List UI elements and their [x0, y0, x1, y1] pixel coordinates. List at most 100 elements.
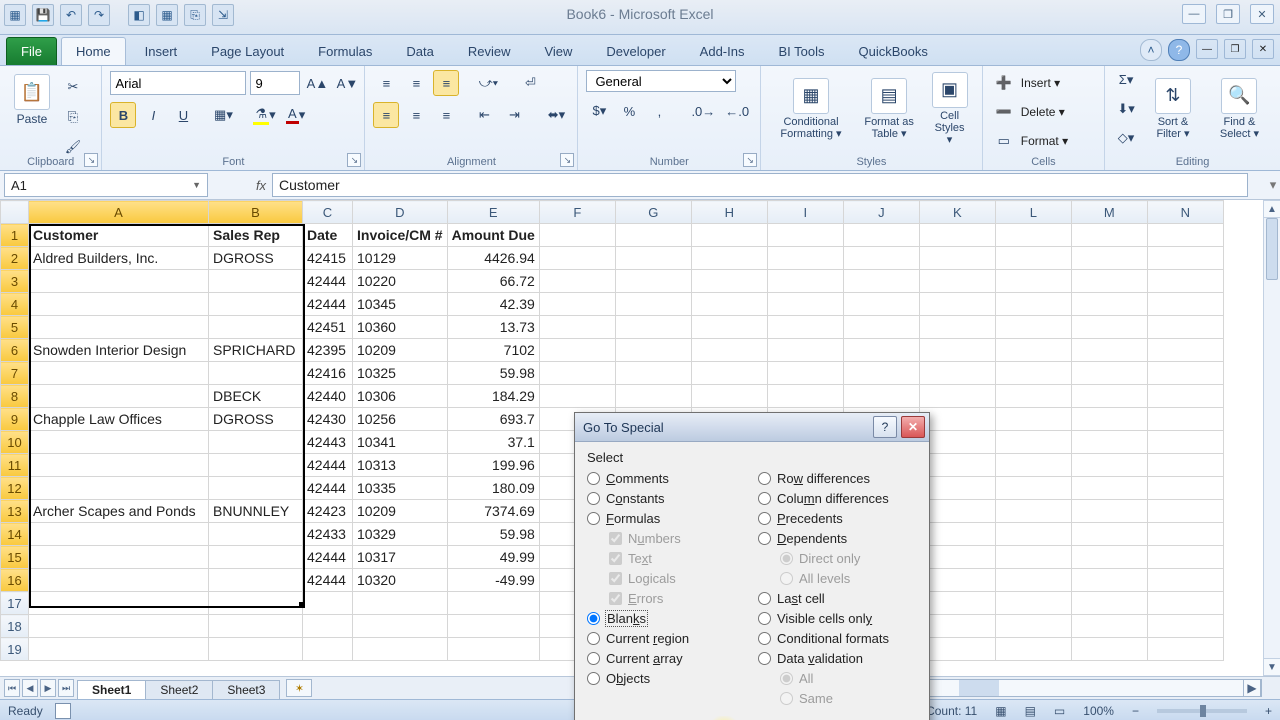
cell-B1[interactable]: Sales Rep [209, 224, 303, 247]
radio-dependents[interactable]: Dependents [758, 531, 917, 546]
cell-N19[interactable] [1147, 638, 1223, 661]
cell-A6[interactable]: Snowden Interior Design [29, 339, 209, 362]
cell-F4[interactable] [539, 293, 615, 316]
cell-L9[interactable] [995, 408, 1071, 431]
underline-button[interactable]: U [170, 102, 196, 128]
cell-J8[interactable] [843, 385, 919, 408]
cell-L4[interactable] [995, 293, 1071, 316]
cell-M14[interactable] [1071, 523, 1147, 546]
cell-B10[interactable] [209, 431, 303, 454]
cell-H4[interactable] [691, 293, 767, 316]
row-header-2[interactable]: 2 [1, 247, 29, 270]
row-header-1[interactable]: 1 [1, 224, 29, 247]
col-header-E[interactable]: E [447, 201, 539, 224]
cell-A9[interactable]: Chapple Law Offices [29, 408, 209, 431]
cell-F6[interactable] [539, 339, 615, 362]
row-header-15[interactable]: 15 [1, 546, 29, 569]
cell-H3[interactable] [691, 270, 767, 293]
cell-E7[interactable]: 59.98 [447, 362, 539, 385]
cell-J3[interactable] [843, 270, 919, 293]
find-select-button[interactable]: 🔍 Find & Select ▾ [1207, 74, 1272, 144]
cell-G7[interactable] [615, 362, 691, 385]
cell-A18[interactable] [29, 615, 209, 638]
radio-column-differences[interactable]: Column differences [758, 491, 917, 506]
cell-C1[interactable]: Date [303, 224, 353, 247]
cell-D18[interactable] [353, 615, 448, 638]
cell-A10[interactable] [29, 431, 209, 454]
cell-F3[interactable] [539, 270, 615, 293]
comma-icon[interactable]: , [646, 98, 672, 124]
fill-icon[interactable]: ⬇▾ [1113, 96, 1139, 122]
percent-icon[interactable]: % [616, 98, 642, 124]
cell-M15[interactable] [1071, 546, 1147, 569]
conditional-formatting-button[interactable]: ▦ Conditional Formatting ▾ [769, 74, 853, 144]
cell-G1[interactable] [615, 224, 691, 247]
formula-input[interactable]: Customer [272, 173, 1248, 197]
radio-conditional-formats[interactable]: Conditional formats [758, 631, 917, 646]
clear-icon[interactable]: ◇▾ [1113, 125, 1139, 151]
row-header-7[interactable]: 7 [1, 362, 29, 385]
cell-D2[interactable]: 10129 [353, 247, 448, 270]
cell-K14[interactable] [919, 523, 995, 546]
cell-D4[interactable]: 10345 [353, 293, 448, 316]
cell-M16[interactable] [1071, 569, 1147, 592]
view-normal-icon[interactable]: ▦ [995, 704, 1006, 718]
cell-M1[interactable] [1071, 224, 1147, 247]
currency-icon[interactable]: $▾ [586, 98, 612, 124]
cell-B15[interactable] [209, 546, 303, 569]
col-header-D[interactable]: D [353, 201, 448, 224]
cell-H8[interactable] [691, 385, 767, 408]
row-header-3[interactable]: 3 [1, 270, 29, 293]
cell-N6[interactable] [1147, 339, 1223, 362]
align-middle-icon[interactable]: ≡ [403, 70, 429, 96]
cell-E4[interactable]: 42.39 [447, 293, 539, 316]
cell-C9[interactable]: 42430 [303, 408, 353, 431]
tab-home[interactable]: Home [61, 37, 126, 65]
cell-K16[interactable] [919, 569, 995, 592]
zoom-slider[interactable] [1157, 709, 1247, 713]
cell-C6[interactable]: 42395 [303, 339, 353, 362]
row-header-14[interactable]: 14 [1, 523, 29, 546]
cell-D12[interactable]: 10335 [353, 477, 448, 500]
increase-font-icon[interactable]: A▲ [304, 70, 330, 96]
scroll-up-icon[interactable]: ▲ [1264, 200, 1280, 218]
vertical-scrollbar[interactable]: ▲ ▼ [1263, 200, 1280, 676]
cell-C16[interactable]: 42444 [303, 569, 353, 592]
sheet-tab-sheet3[interactable]: Sheet3 [212, 680, 280, 699]
qat-button-2[interactable]: ▦ [156, 4, 178, 26]
cell-I6[interactable] [767, 339, 843, 362]
cell-A7[interactable] [29, 362, 209, 385]
cell-E16[interactable]: -49.99 [447, 569, 539, 592]
dialog-close-button[interactable]: ✕ [901, 416, 925, 438]
tab-developer[interactable]: Developer [591, 37, 680, 65]
cell-K8[interactable] [919, 385, 995, 408]
cell-J4[interactable] [843, 293, 919, 316]
cell-G5[interactable] [615, 316, 691, 339]
cell-D1[interactable]: Invoice/CM # [353, 224, 448, 247]
autosum-icon[interactable]: Σ▾ [1113, 67, 1139, 93]
cell-A11[interactable] [29, 454, 209, 477]
excel-icon[interactable]: ▦ [4, 4, 26, 26]
cell-C19[interactable] [303, 638, 353, 661]
cell-N3[interactable] [1147, 270, 1223, 293]
radio-comments[interactable]: Comments [587, 471, 746, 486]
cut-icon[interactable]: ✂ [60, 74, 86, 100]
cell-I7[interactable] [767, 362, 843, 385]
cell-N18[interactable] [1147, 615, 1223, 638]
cell-M8[interactable] [1071, 385, 1147, 408]
cell-L8[interactable] [995, 385, 1071, 408]
cell-G2[interactable] [615, 247, 691, 270]
radio-precedents[interactable]: Precedents [758, 511, 917, 526]
merge-center-icon[interactable]: ⬌▾ [543, 102, 569, 128]
cell-B11[interactable] [209, 454, 303, 477]
cell-D9[interactable]: 10256 [353, 408, 448, 431]
cell-A2[interactable]: Aldred Builders, Inc. [29, 247, 209, 270]
cell-M18[interactable] [1071, 615, 1147, 638]
cell-L17[interactable] [995, 592, 1071, 615]
cell-N7[interactable] [1147, 362, 1223, 385]
cell-L7[interactable] [995, 362, 1071, 385]
cell-D7[interactable]: 10325 [353, 362, 448, 385]
row-header-16[interactable]: 16 [1, 569, 29, 592]
cell-A19[interactable] [29, 638, 209, 661]
cell-C4[interactable]: 42444 [303, 293, 353, 316]
